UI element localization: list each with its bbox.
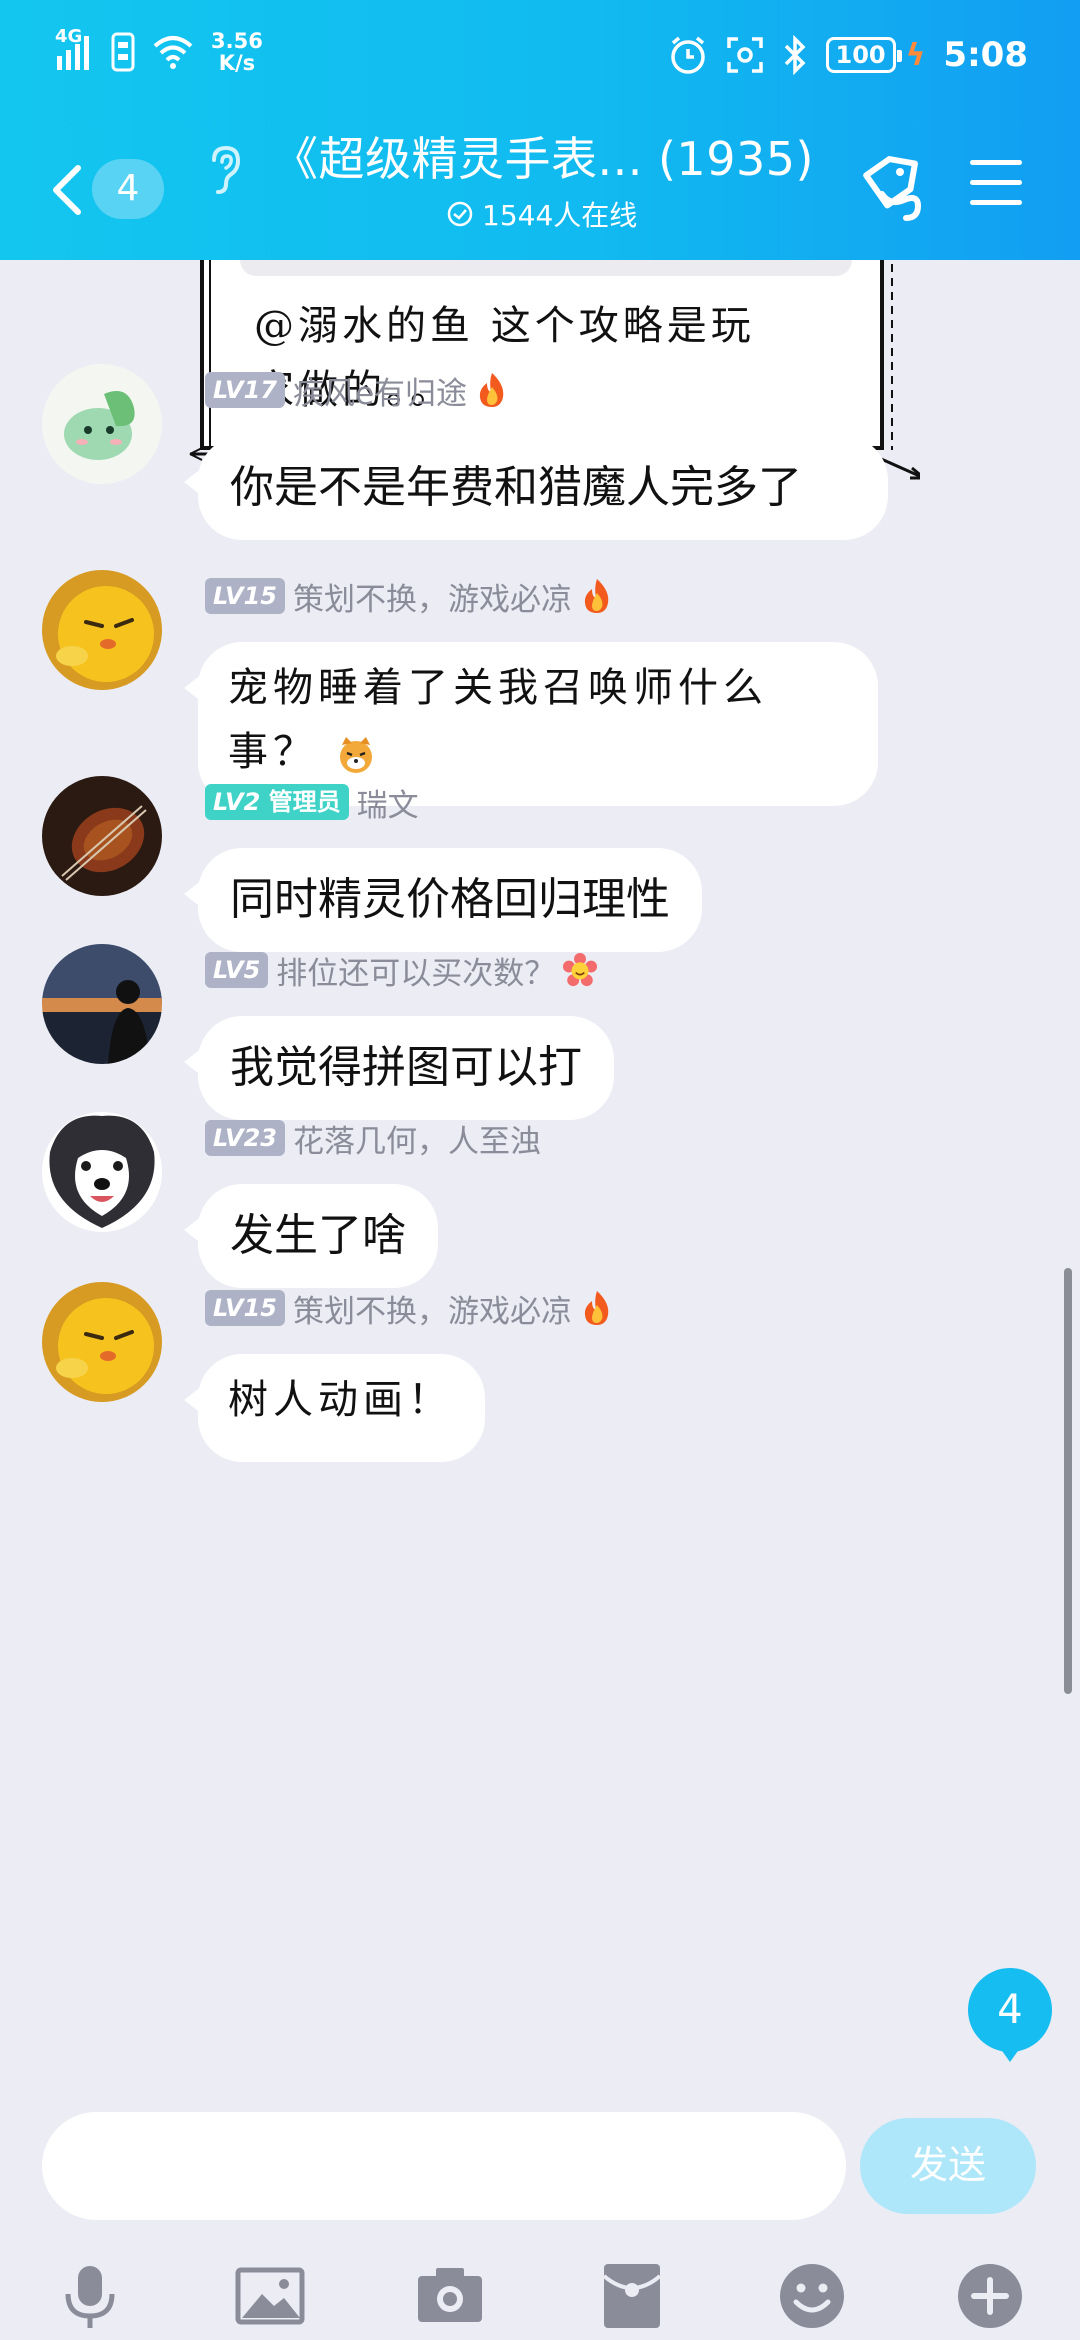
back-icon[interactable] (44, 160, 92, 220)
chat-header: 4G 3.56 K/s 100 ϟ 5:08 4 《超级精灵手表... (193… (0, 0, 1080, 260)
message-list[interactable]: @溺水的鱼 这个攻略是玩 家做的。。 LV17 疾风e有归途 你是不是年费和猎魔… (0, 260, 1080, 2100)
sim-icon (111, 32, 135, 72)
level-badge: LV5 (205, 952, 269, 988)
avatar[interactable] (42, 776, 162, 896)
ear-icon[interactable] (204, 144, 244, 196)
message-input[interactable] (42, 2112, 846, 2220)
scrollbar[interactable] (1064, 1268, 1072, 1694)
group-tag-icon[interactable] (852, 150, 932, 230)
bluetooth-icon (784, 35, 805, 75)
network-speed: 3.56 K/s (211, 29, 263, 75)
back-unread-count[interactable]: 4 (92, 159, 164, 219)
emoji-icon[interactable] (776, 2260, 848, 2332)
input-area: 发送 (0, 2090, 1080, 2340)
input-toolbar (0, 2240, 1080, 2340)
fire-icon (479, 373, 504, 407)
new-messages-badge[interactable]: 4 (968, 1968, 1052, 2062)
clock: 5:08 (943, 35, 1028, 75)
avatar[interactable] (42, 1112, 162, 1232)
battery-indicator: 100 (825, 37, 902, 73)
level-badge: LV15 (205, 1290, 285, 1326)
online-count: 1544人在线 (446, 194, 637, 234)
message-bubble[interactable]: 同时精灵价格回归理性 (184, 848, 702, 952)
check-circle-icon (447, 201, 473, 227)
level-badge: LV23 (205, 1120, 285, 1156)
level-badge: LV15 (205, 578, 285, 614)
dog-emoji-icon (339, 737, 372, 773)
send-button[interactable]: 发送 (860, 2118, 1036, 2214)
avatar[interactable] (42, 1282, 162, 1402)
nav-bar: 4 《超级精灵手表... (1935) 1544人在线 (0, 120, 1080, 260)
avatar[interactable] (42, 570, 162, 690)
image-icon[interactable] (234, 2260, 306, 2332)
red-packet-icon[interactable] (596, 2260, 668, 2332)
flower-icon (563, 953, 598, 987)
username[interactable]: 花落几何，人至浊 (293, 1116, 541, 1161)
avatar[interactable] (42, 944, 162, 1064)
username[interactable]: 排位还可以买次数？ (276, 948, 555, 993)
username[interactable]: 策划不换，游戏必凉 (293, 574, 572, 619)
username[interactable]: 瑞文 (357, 780, 419, 825)
admin-badge: LV2 管理员 (205, 784, 349, 820)
username[interactable]: 疾风e有归途 (293, 368, 467, 413)
charging-icon: ϟ (905, 37, 926, 73)
menu-icon[interactable] (968, 156, 1024, 208)
wifi-icon (153, 36, 193, 69)
level-badge: LV17 (205, 372, 285, 408)
username[interactable]: 策划不换，游戏必凉 (293, 1286, 572, 1331)
plus-icon[interactable] (954, 2260, 1026, 2332)
message-bubble[interactable]: 你是不是年费和猎魔人完多了 (184, 436, 888, 540)
fire-icon (584, 579, 609, 613)
status-bar: 4G 3.56 K/s 100 ϟ 5:08 (0, 0, 1080, 110)
alarm-icon (670, 36, 705, 74)
message-bubble[interactable]: 发生了啥 (184, 1184, 438, 1288)
group-title[interactable]: 《超级精灵手表... (1935) (272, 128, 814, 190)
avatar[interactable] (42, 364, 162, 484)
message-bubble[interactable]: 树人动画！ (184, 1354, 485, 1462)
signal-icon: 4G (55, 28, 95, 72)
camera-icon[interactable] (414, 2260, 486, 2332)
microphone-icon[interactable] (54, 2260, 126, 2332)
fire-icon (584, 1291, 609, 1325)
message-bubble[interactable]: 我觉得拼图可以打 (184, 1016, 614, 1120)
screenshot-icon (726, 37, 763, 73)
